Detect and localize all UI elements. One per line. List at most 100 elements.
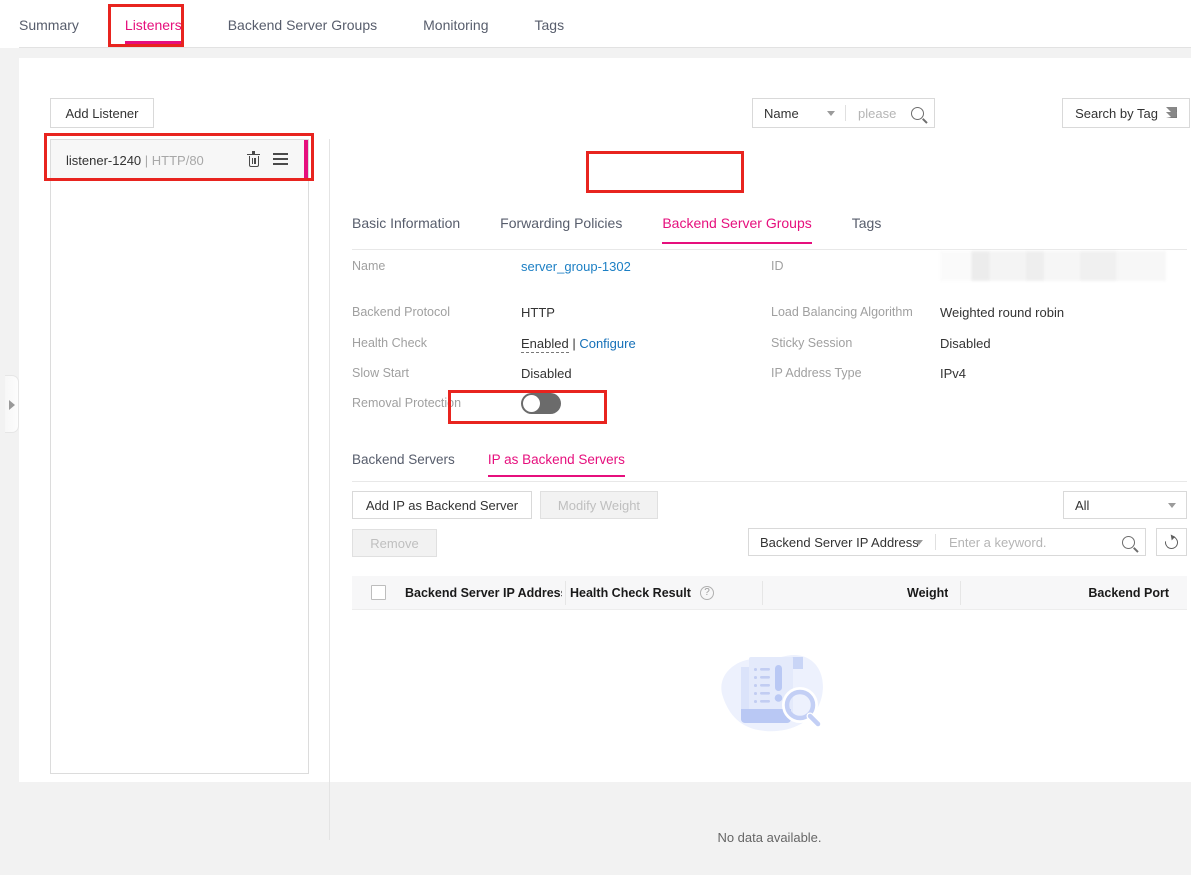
add-listener-button[interactable]: Add Listener (50, 98, 154, 128)
subtab-forwarding-policies-label: Forwarding Policies (500, 215, 622, 231)
subtab-forwarding-policies[interactable]: Forwarding Policies (500, 215, 622, 231)
field-value-ip-address-type: IPv4 (940, 366, 966, 381)
column-header-backend-port: Backend Port (1088, 586, 1169, 600)
modify-weight-button[interactable]: Modify Weight (540, 491, 658, 519)
keyword-search-combo: Backend Server IP Address (748, 528, 1146, 556)
srvtab-ip-as-backend-servers-label: IP as Backend Servers (488, 452, 625, 467)
column-separator (762, 581, 763, 605)
tab-monitoring[interactable]: Monitoring (423, 0, 488, 33)
column-header-backend-server-ip-address: Backend Server IP Address (405, 586, 562, 600)
toggle-knob (523, 395, 540, 412)
search-icon (911, 107, 924, 120)
listener-selected-indicator (304, 140, 308, 181)
chevron-down-icon (1168, 503, 1176, 508)
removal-protection-toggle[interactable] (521, 393, 561, 414)
subtab-tags[interactable]: Tags (852, 215, 882, 231)
chevron-right-icon (9, 400, 15, 410)
tab-summary[interactable]: Summary (19, 0, 79, 33)
health-check-status: Enabled (521, 336, 569, 353)
listener-list-panel: listener-1240 | HTTP/80 (50, 139, 309, 774)
search-combo: Name (752, 98, 935, 128)
chevron-down-icon (915, 540, 923, 545)
subtab-backend-server-groups[interactable]: Backend Server Groups (662, 215, 811, 231)
column-header-health-check-result: Health Check Result (570, 586, 691, 600)
subtab-backend-server-groups-label: Backend Server Groups (662, 215, 811, 231)
search-input[interactable] (856, 105, 900, 122)
listener-detail-panel: Basic Information Forwarding Policies Ba… (329, 139, 1190, 840)
field-label-backend-protocol: Backend Protocol (352, 305, 450, 319)
empty-state: No data available. (352, 610, 1187, 875)
field-label-sticky-session: Sticky Session (771, 336, 852, 350)
srvtab-backend-servers-label: Backend Servers (352, 452, 455, 467)
add-ip-as-backend-server-label: Add IP as Backend Server (366, 498, 518, 513)
listener-item-name: listener-1240 (66, 153, 141, 168)
search-by-tag-label: Search by Tag (1075, 106, 1158, 121)
field-value-sticky-session: Disabled (940, 336, 991, 351)
server-tabs-divider (352, 481, 1187, 482)
tab-tags[interactable]: Tags (535, 0, 565, 33)
column-separator (565, 581, 566, 605)
backend-servers-table-header: Backend Server IP Address Health Check R… (352, 576, 1187, 610)
all-filter-value: All (1075, 498, 1089, 513)
refresh-icon (1162, 533, 1180, 551)
search-by-tag-button[interactable]: Search by Tag (1062, 98, 1190, 128)
keyword-field (936, 529, 1111, 555)
field-label-removal-protection: Removal Protection (352, 396, 461, 410)
search-field (846, 99, 900, 127)
select-all-checkbox[interactable] (371, 585, 386, 600)
listener-list-item[interactable]: listener-1240 | HTTP/80 (51, 140, 308, 181)
no-data-illustration (705, 635, 835, 755)
keyword-input[interactable] (947, 534, 1111, 551)
srvtab-ip-as-backend-servers[interactable]: IP as Backend Servers (488, 452, 625, 467)
keyword-filter-value: Backend Server IP Address (760, 535, 919, 550)
remove-button[interactable]: Remove (352, 529, 437, 557)
sub-tabs-divider (352, 249, 1187, 250)
field-label-load-balancing-algorithm: Load Balancing Algorithm (771, 305, 913, 319)
panel-collapse-handle[interactable] (5, 375, 19, 433)
add-ip-as-backend-server-button[interactable]: Add IP as Backend Server (352, 491, 532, 519)
srvtab-backend-servers[interactable]: Backend Servers (352, 452, 455, 467)
search-filter-value: Name (764, 106, 799, 121)
server-group-info: Name server_group-1302 ID Backend Protoc… (352, 259, 1191, 426)
delete-listener-icon[interactable] (247, 151, 260, 167)
all-filter-dropdown[interactable]: All (1063, 491, 1187, 519)
keyword-filter-dropdown[interactable]: Backend Server IP Address (749, 529, 935, 555)
health-check-result-help-icon[interactable]: ? (700, 586, 714, 600)
field-value-id-redacted (940, 251, 1166, 281)
field-label-ip-address-type: IP Address Type (771, 366, 862, 380)
chevron-double-down-icon (1166, 107, 1177, 119)
tab-monitoring-label: Monitoring (423, 17, 488, 33)
field-value-load-balancing-algorithm: Weighted round robin (940, 305, 1064, 320)
top-tabs: Summary Listeners Backend Server Groups … (19, 0, 610, 47)
search-icon (1122, 536, 1135, 549)
configure-health-check-link[interactable]: Configure (579, 336, 635, 351)
listener-item-label: listener-1240 | HTTP/80 (66, 153, 204, 168)
column-separator (960, 581, 961, 605)
listener-item-separator: | (141, 153, 152, 168)
listener-item-protocol: HTTP/80 (152, 153, 204, 168)
search-submit[interactable] (900, 107, 934, 120)
field-label-name: Name (352, 259, 385, 273)
no-data-text: No data available. (352, 830, 1187, 845)
column-header-weight: Weight (907, 586, 948, 600)
refresh-button[interactable] (1156, 528, 1187, 556)
top-tab-bar: Summary Listeners Backend Server Groups … (0, 0, 1191, 48)
field-value-name[interactable]: server_group-1302 (521, 259, 631, 274)
tab-backend-server-groups[interactable]: Backend Server Groups (228, 0, 377, 33)
listener-menu-icon[interactable] (273, 153, 288, 165)
subtab-tags-label: Tags (852, 215, 882, 231)
tab-listeners[interactable]: Listeners (125, 0, 182, 33)
chevron-down-icon (827, 111, 835, 116)
field-label-id: ID (771, 259, 784, 273)
tab-backend-server-groups-label: Backend Server Groups (228, 17, 377, 33)
tab-tags-label: Tags (535, 17, 565, 33)
search-filter-dropdown[interactable]: Name (753, 99, 845, 127)
field-value-slow-start: Disabled (521, 366, 572, 381)
tab-listeners-label: Listeners (125, 17, 182, 33)
field-label-health-check: Health Check (352, 336, 427, 350)
subtab-basic-information[interactable]: Basic Information (352, 215, 460, 231)
subtab-basic-information-label: Basic Information (352, 215, 460, 231)
keyword-search-submit[interactable] (1111, 536, 1145, 549)
add-listener-label: Add Listener (66, 106, 139, 121)
tab-summary-label: Summary (19, 17, 79, 33)
